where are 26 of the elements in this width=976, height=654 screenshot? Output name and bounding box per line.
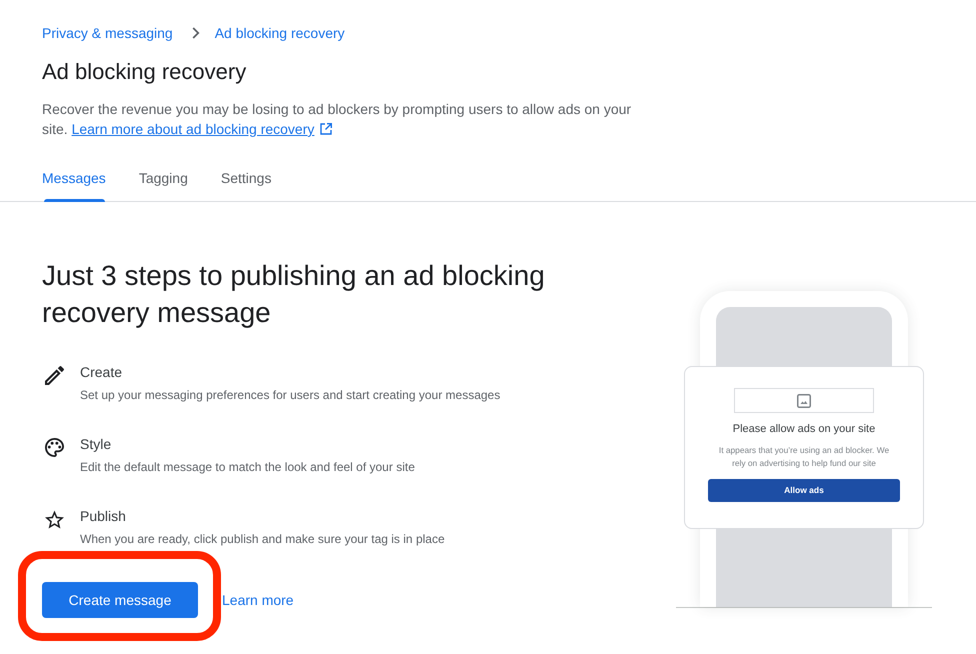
tab[interactable]: Tagging bbox=[138, 160, 188, 201]
page-title: Ad blocking recovery bbox=[42, 58, 248, 86]
tab[interactable]: Messages bbox=[42, 160, 106, 201]
preview-body-text: It appears that you’re using an ad blocker. We rely on advertising to help fund our site bbox=[718, 444, 890, 470]
image-icon bbox=[797, 394, 811, 408]
allow-ads-button[interactable]: Allow ads bbox=[708, 479, 900, 502]
learn-more-link[interactable]: Learn more about ad blocking recovery bbox=[72, 121, 332, 137]
step-title: Create bbox=[80, 363, 124, 382]
step-description: Set up your messaging preferences for users and start creating your messages bbox=[80, 387, 500, 403]
chevron-right-icon bbox=[192, 27, 200, 39]
step-title: Style bbox=[80, 435, 112, 454]
external-link-icon bbox=[320, 123, 332, 135]
description-text: Recover the revenue you may be losing to ad blockers by prompting users to allow ads on your site. Learn more about ad blocking recovery bbox=[42, 100, 632, 139]
star-icon bbox=[45, 510, 64, 529]
step-description: When you are ready, click publish and make sure your tag is in place bbox=[80, 531, 445, 547]
create-message-button[interactable]: Create message bbox=[42, 582, 198, 618]
preview-title: Please allow ads on your site bbox=[732, 422, 876, 436]
section-heading: Just 3 steps to publishing an ad blocking recovery message bbox=[42, 259, 546, 330]
breadcrumb-link[interactable]: Ad blocking recovery bbox=[214, 22, 345, 44]
pencil-icon bbox=[45, 366, 64, 385]
step-title: Publish bbox=[80, 507, 127, 526]
breadcrumb-link[interactable]: Privacy & messaging bbox=[42, 22, 173, 44]
palette-icon bbox=[45, 438, 64, 457]
learn-more-link[interactable]: Learn more bbox=[222, 590, 294, 610]
tab[interactable]: Settings bbox=[220, 160, 272, 201]
step-description: Edit the default message to match the look and feel of your site bbox=[80, 459, 415, 475]
